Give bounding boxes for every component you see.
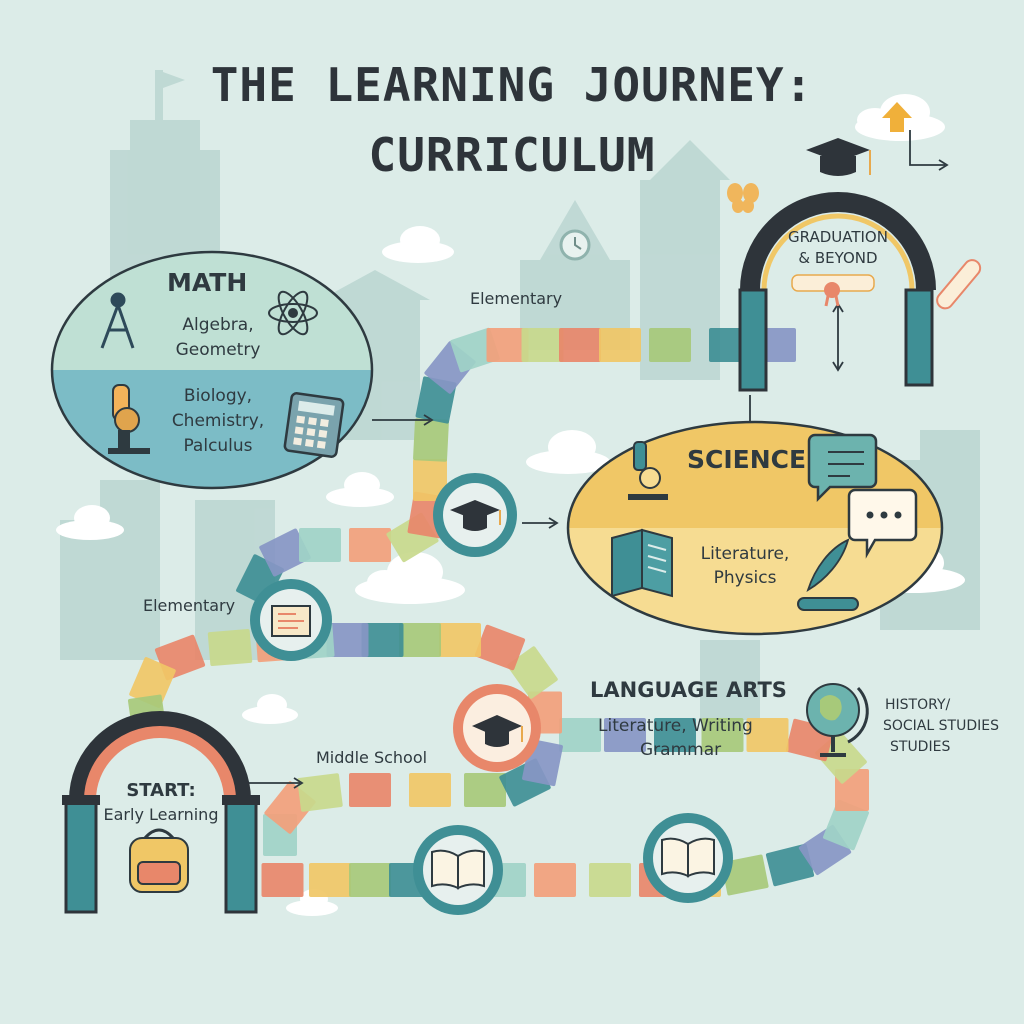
milestone-cap-upper — [433, 473, 517, 557]
language-arts-line-2: Grammar — [640, 740, 722, 760]
cloud — [526, 430, 610, 474]
math-heading: MATH — [167, 268, 248, 297]
scroll-icon — [797, 597, 859, 611]
book-icon — [611, 528, 673, 598]
learning-journey-infographic: THE LEARNING JOURNEY: CURRICULUM MATH Al… — [0, 0, 1024, 1024]
path-tile — [521, 328, 564, 362]
language-arts-line-1: Literature, Writing — [598, 716, 753, 736]
language-arts-heading: LANGUAGE ARTS — [590, 678, 787, 702]
path-tile — [413, 418, 449, 462]
clock-tower — [559, 229, 591, 261]
path-tile — [349, 773, 391, 807]
science-heading: SCIENCE — [687, 445, 807, 474]
title-line-2: CURRICULUM — [368, 128, 656, 182]
path-tile — [299, 528, 341, 562]
history-line-3: STUDIES — [890, 739, 951, 755]
path-tile — [297, 773, 343, 812]
start-line-2: Early Learning — [103, 805, 219, 824]
path-tile — [349, 863, 391, 897]
math-line-4: Chemistry, — [171, 411, 265, 431]
math-line-2: Geometry — [175, 340, 261, 360]
cloud — [326, 472, 394, 507]
math-line-1: Algebra, — [182, 315, 254, 335]
path-tile — [439, 623, 481, 657]
milestone-book-left — [413, 825, 503, 915]
title-line-1: THE LEARNING JOURNEY: — [210, 58, 814, 112]
path-tile — [649, 328, 691, 362]
start-line-1: START: — [126, 780, 196, 801]
milestone-cap-lower — [453, 684, 541, 772]
stage-label-elementary-top: Elementary — [470, 289, 563, 308]
path-tile — [559, 718, 601, 752]
book-icon — [661, 837, 715, 878]
milestone-scroll — [250, 579, 332, 661]
path-tile — [261, 863, 304, 897]
graduation-line-2: & BEYOND — [798, 249, 878, 267]
stage-label-elementary-mid: Elementary — [143, 596, 236, 615]
path-tile — [559, 328, 601, 362]
backpack-icon — [129, 828, 189, 893]
math-line-3: Biology, — [183, 386, 253, 406]
milestone-book-right — [643, 813, 733, 903]
path-tile — [349, 528, 391, 562]
book-icon — [431, 849, 485, 890]
calculator-icon — [283, 392, 345, 458]
butterfly-icon — [727, 183, 759, 213]
history-line-1: HISTORY/ — [885, 697, 951, 713]
stage-label-middle-school: Middle School — [316, 748, 428, 767]
history-line-2: SOCIAL STUDIES — [883, 718, 999, 734]
path-tile — [399, 623, 441, 657]
path-tile — [409, 773, 451, 807]
path-tile — [599, 328, 641, 362]
path-tile — [534, 863, 576, 897]
scroll-icon — [271, 605, 311, 637]
science-line-1: Literature, — [700, 544, 790, 564]
cloud — [382, 226, 454, 263]
path-tile — [746, 718, 789, 752]
path-tile — [309, 863, 351, 897]
diploma-icon — [936, 259, 982, 310]
cloud — [242, 694, 298, 724]
graduation-line-1: GRADUATION — [788, 228, 888, 246]
science-line-2: Physics — [713, 568, 777, 588]
math-line-5: Palculus — [183, 436, 253, 456]
path-tile — [589, 863, 631, 897]
diploma-icon — [791, 274, 875, 307]
path-tile — [207, 628, 253, 667]
